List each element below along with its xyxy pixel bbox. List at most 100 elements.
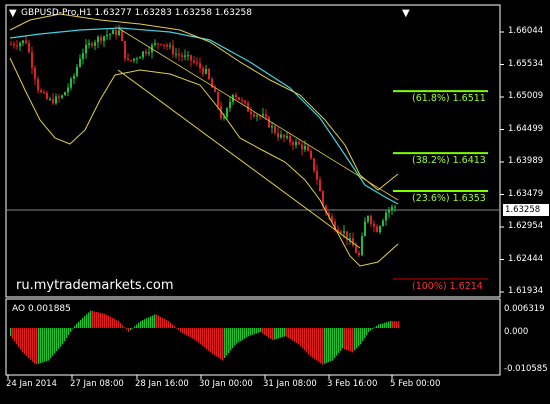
ao-bar — [132, 328, 134, 329]
price-tick-label: 1.63989 — [508, 156, 544, 166]
ao-bar — [112, 317, 114, 328]
ao-bar — [308, 328, 310, 355]
candle-body — [382, 220, 384, 227]
ao-bar — [186, 328, 188, 336]
candle-body — [184, 55, 186, 57]
ao-bar — [12, 328, 14, 339]
candle-body — [316, 170, 318, 180]
ao-bar — [250, 328, 252, 336]
ao-bar — [242, 328, 244, 340]
ao-bar — [372, 328, 374, 329]
ao-bar — [126, 328, 128, 330]
candle-body — [373, 223, 375, 227]
ao-bar — [336, 328, 338, 356]
ao-bar — [244, 328, 246, 339]
candle-body — [238, 97, 240, 101]
ao-bar — [174, 326, 176, 328]
candle-body — [190, 55, 192, 61]
chart-menu-arrow-icon[interactable]: ▼ — [9, 8, 17, 19]
ao-bar — [266, 328, 268, 337]
candle-body — [283, 134, 285, 138]
candle-body — [97, 36, 99, 43]
ao-bar — [22, 328, 24, 353]
ao-bar — [206, 328, 208, 350]
candle-body — [319, 179, 321, 192]
ao-bar — [54, 328, 56, 354]
date-tick-label: 31 Jan 08:00 — [263, 379, 317, 389]
ao-bar — [114, 318, 116, 328]
ao-bar — [236, 328, 238, 344]
ao-bar — [212, 328, 214, 354]
ao-bar — [70, 328, 72, 332]
ao-bar — [46, 328, 48, 362]
price-tick-label: 1.65009 — [508, 91, 544, 101]
ao-bar — [260, 328, 262, 333]
candle-body — [157, 43, 159, 45]
ao-bar — [88, 312, 90, 328]
candle-body — [124, 40, 126, 59]
candle-body — [364, 221, 366, 237]
current-price-label: 1.63258 — [503, 204, 549, 216]
candle-body — [172, 45, 174, 55]
ao-bar — [356, 328, 358, 349]
ao-bar — [326, 328, 328, 363]
ao-bar — [246, 328, 248, 338]
ao-bar — [392, 321, 394, 328]
candle-body — [73, 75, 75, 79]
ao-bar — [100, 312, 102, 328]
ao-bar — [110, 316, 112, 328]
candle-body — [226, 108, 228, 118]
candle-body — [271, 125, 273, 128]
ao-histogram — [10, 310, 400, 365]
candle-body — [127, 58, 129, 61]
candle-body — [250, 111, 252, 115]
candle-body — [70, 78, 72, 88]
candle-body — [28, 43, 30, 53]
ao-bar — [366, 328, 368, 336]
date-tick-label: 3 Feb 16:00 — [327, 379, 378, 389]
ao-bar — [314, 328, 316, 360]
ao-bar — [226, 328, 228, 356]
ao-bar — [298, 328, 300, 345]
ao-bar — [162, 317, 164, 328]
ao-bar — [60, 328, 62, 347]
ao-bar — [262, 328, 264, 334]
chart-window: ▼ GBPUSD-Pro,H1 1.63277 1.63283 1.63258 … — [0, 0, 550, 400]
ao-bar — [210, 328, 212, 353]
ao-bar — [172, 324, 174, 328]
candle-body — [148, 52, 150, 54]
candle-body — [355, 246, 357, 253]
candle-body — [64, 92, 66, 96]
scroll-arrow-icon[interactable]: ▼ — [402, 8, 410, 19]
ao-bar — [84, 316, 86, 328]
ao-bar — [34, 328, 36, 364]
ao-bar — [286, 328, 288, 337]
candle-body — [139, 57, 141, 59]
price-tick-label: 1.62954 — [508, 221, 544, 231]
ao-bar — [40, 328, 42, 363]
ao-bar — [238, 328, 240, 343]
candle-body — [58, 96, 60, 98]
ao-bar — [86, 314, 88, 328]
ao-bar — [104, 313, 106, 328]
ao-bar — [300, 328, 302, 347]
ao-bar — [294, 328, 296, 342]
ao-bar — [50, 328, 52, 359]
ao-bar — [256, 328, 258, 334]
candle-body — [88, 43, 90, 45]
ao-bar — [134, 326, 136, 328]
candle-body — [361, 236, 363, 256]
candle-body — [235, 94, 237, 98]
date-tick-label: 5 Feb 00:00 — [390, 379, 441, 389]
ao-bar — [360, 328, 362, 345]
ao-bar — [388, 321, 390, 328]
ao-bar — [248, 328, 250, 337]
ao-bar — [158, 315, 160, 328]
ao-bar — [280, 328, 282, 338]
ao-bar — [68, 328, 70, 335]
ao-bar — [14, 328, 16, 342]
main-panel-border — [5, 4, 501, 298]
ao-bar — [44, 328, 46, 362]
ao-bar — [204, 328, 206, 348]
date-tick-label: 28 Jan 16:00 — [135, 379, 189, 389]
